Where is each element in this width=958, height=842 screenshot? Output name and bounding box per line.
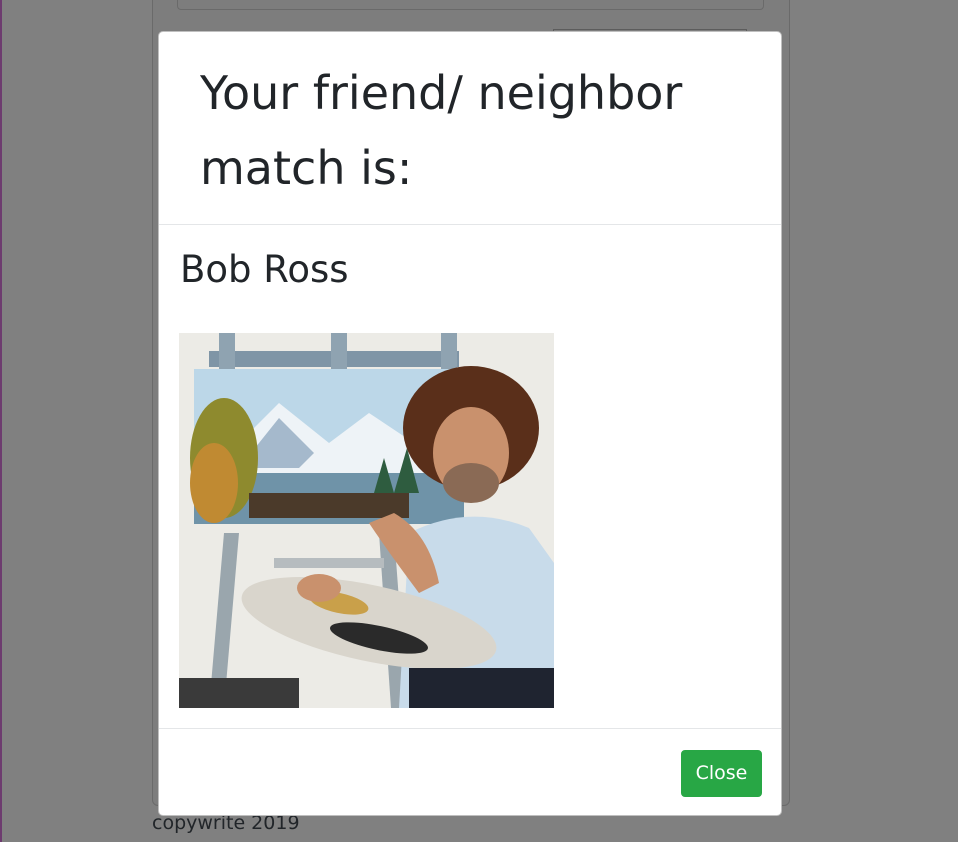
modal-title: Your friend/ neighbor match is: [200,66,683,195]
page-left-border [0,0,2,842]
modal-body: Bob Ross [159,225,781,728]
modal-header: Your friend/ neighbor match is: [159,32,781,225]
match-modal: Your friend/ neighbor match is: Bob Ross [158,31,782,816]
match-name: Bob Ross [180,248,349,291]
close-button[interactable]: Close [681,750,762,797]
modal-footer: Close [159,728,781,815]
match-photo [179,333,554,708]
background-input [177,0,764,10]
